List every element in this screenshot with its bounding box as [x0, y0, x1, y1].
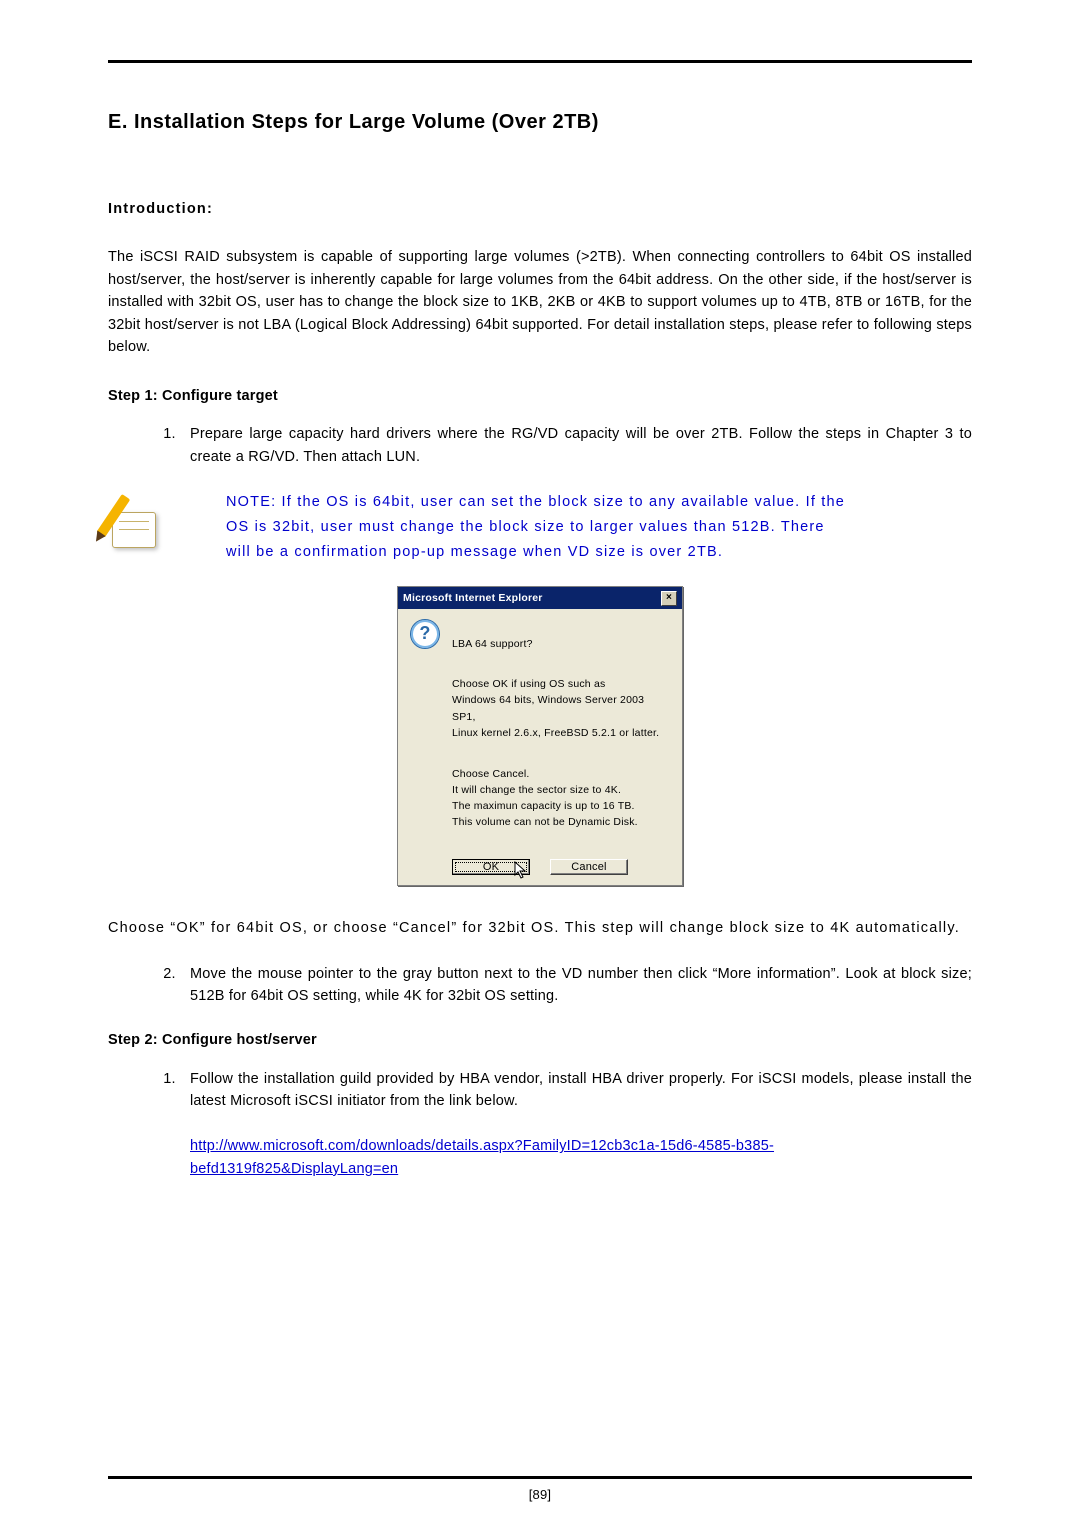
question-icon: ? [410, 619, 440, 846]
dialog-wrapper: Microsoft Internet Explorer × ? LBA 64 s… [108, 586, 972, 886]
dialog-msg-block1: Choose OK if using OS such as Windows 64… [452, 676, 670, 741]
note-block: NOTE: If the OS is 64bit, user can set t… [108, 490, 972, 564]
introduction-label: Introduction: [108, 198, 972, 220]
step1-label: Step 1: Configure target [108, 385, 972, 407]
dialog-titlebar: Microsoft Internet Explorer × [398, 587, 682, 609]
dialog-message: LBA 64 support? Choose OK if using OS su… [452, 619, 670, 846]
close-icon[interactable]: × [661, 591, 677, 606]
page: E. Installation Steps for Large Volume (… [0, 0, 1080, 1527]
dialog-msg-block2: Choose Cancel. It will change the sector… [452, 766, 670, 831]
step2-item-1: Follow the installation guild provided b… [180, 1068, 972, 1180]
confirm-dialog: Microsoft Internet Explorer × ? LBA 64 s… [397, 586, 683, 886]
cancel-button[interactable]: Cancel [550, 859, 628, 875]
dialog-msg-line1: LBA 64 support? [452, 636, 670, 652]
iscsi-download-link[interactable]: http://www.microsoft.com/downloads/detai… [190, 1138, 774, 1176]
step1-item-1: Prepare large capacity hard drivers wher… [180, 423, 972, 468]
top-horizontal-rule [108, 60, 972, 63]
dialog-title-text: Microsoft Internet Explorer [403, 590, 543, 606]
introduction-body: The iSCSI RAID subsystem is capable of s… [108, 246, 972, 358]
step2-label: Step 2: Configure host/server [108, 1029, 972, 1051]
page-number: [89] [0, 1485, 1080, 1505]
after-dialog-text: Choose “OK” for 64bit OS, or choose “Can… [108, 916, 972, 941]
bottom-horizontal-rule [108, 1476, 972, 1479]
note-icon [108, 490, 166, 552]
note-text: NOTE: If the OS is 64bit, user can set t… [226, 490, 846, 564]
step2-item-1-text: Follow the installation guild provided b… [190, 1071, 972, 1109]
step1-item-2: Move the mouse pointer to the gray butto… [180, 963, 972, 1008]
section-heading: E. Installation Steps for Large Volume (… [108, 107, 972, 138]
